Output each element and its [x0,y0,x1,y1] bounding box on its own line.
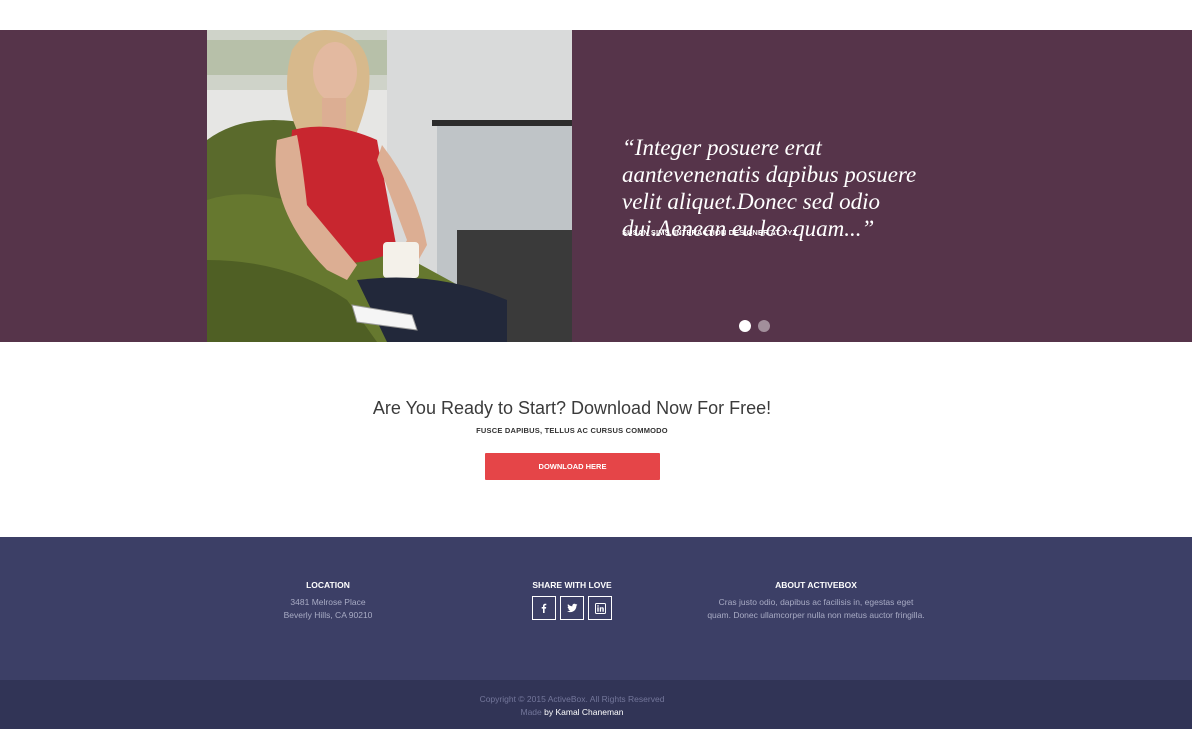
testimonial-author: SUSAN SIMS, INTERACTION DESIGNER AT XYZ [622,228,798,237]
facebook-icon[interactable] [532,596,556,620]
cta-subtitle: FUSCE DAPIBUS, TELLUS AC CURSUS COMMODO [476,426,668,435]
download-cta: Are You Ready to Start? Download Now For… [0,342,1192,537]
about-text: Cras justo odio, dapibus ac facilisis in… [707,597,925,620]
slide-dot-1[interactable] [739,320,751,332]
twitter-icon[interactable] [560,596,584,620]
linkedin-icon[interactable] [588,596,612,620]
made-prefix: Made [520,707,542,717]
made-by-line: Made by Kamal Chaneman [0,706,1144,719]
copyright-block: Copyright © 2015 ActiveBox. All Rights R… [0,693,1144,719]
footer-bottom-bar: Copyright © 2015 ActiveBox. All Rights R… [0,680,1192,729]
footer-share: SHARE WITH LOVE [482,580,662,620]
author-link[interactable]: by Kamal Chaneman [544,707,623,717]
testimonial-quote: “Integer posuere erat aantevenenatis dap… [622,135,917,241]
testimonial-photo [207,30,572,342]
slide-dot-2[interactable] [758,320,770,332]
footer: LOCATION 3481 Melrose Place Beverly Hill… [0,537,1192,680]
address-line-1: 3481 Melrose Place [290,597,366,607]
location-heading: LOCATION [306,580,350,590]
about-heading: ABOUT ACTIVEBOX [775,580,857,590]
copyright-text: Copyright © 2015 ActiveBox. All Rights R… [479,694,665,704]
social-links [482,596,662,620]
download-button[interactable]: DOWNLOAD HERE [485,453,660,480]
testimonial-slider: “Integer posuere erat aantevenenatis dap… [0,30,1192,342]
cta-title: Are You Ready to Start? Download Now For… [372,398,772,418]
slider-pagination [739,320,770,332]
address-line-2: Beverly Hills, CA 90210 [283,610,373,620]
footer-about: ABOUT ACTIVEBOX Cras justo odio, dapibus… [706,580,926,622]
footer-location: LOCATION 3481 Melrose Place Beverly Hill… [228,580,428,622]
share-heading: SHARE WITH LOVE [532,580,612,590]
